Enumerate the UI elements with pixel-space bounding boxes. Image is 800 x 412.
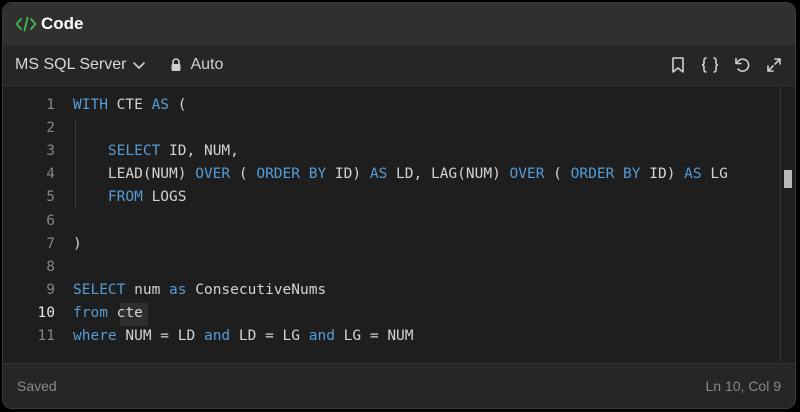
code-text: CTE <box>107 97 152 113</box>
code-keyword: ORDER BY <box>256 166 327 183</box>
auto-mode-label: Auto <box>190 56 224 73</box>
code-text: LG <box>701 166 728 183</box>
code-content[interactable]: WITH CTE AS ( SELECT ID, NUM, LEAD(NUM) … <box>73 86 775 362</box>
line-number: 4 <box>46 166 55 183</box>
code-keyword: where <box>73 328 117 344</box>
code-text: LD, LAG(NUM) <box>387 166 510 183</box>
code-editor-window: Code MS SQL Server Auto 1 2 3 4 5 6 7 8 … <box>2 2 796 409</box>
lock-icon <box>170 58 182 72</box>
code-text: LD = LG <box>230 328 309 344</box>
code-text: LOGS <box>142 189 187 206</box>
code-text: ID) <box>640 166 685 183</box>
language-select[interactable]: MS SQL Server <box>15 56 146 74</box>
code-text: ) <box>73 235 82 252</box>
code-keyword: as <box>169 281 187 298</box>
code-keyword: FROM <box>107 189 143 206</box>
status-bar: Saved Ln 10, Col 9 <box>3 363 795 408</box>
code-keyword: SELECT <box>107 143 161 160</box>
line-number-gutter: 1 2 3 4 5 6 7 8 9 10 11 <box>3 86 61 362</box>
code-text: LG = NUM <box>334 328 414 344</box>
code-keyword: SELECT <box>73 281 126 298</box>
auto-mode[interactable]: Auto <box>170 56 223 74</box>
code-keyword: and <box>308 328 335 344</box>
code-line[interactable]: FROM LOGS <box>73 186 187 209</box>
code-line[interactable]: ) <box>73 233 82 256</box>
expand-icon[interactable] <box>763 54 785 76</box>
code-editor[interactable]: 1 2 3 4 5 6 7 8 9 10 11 WITH CTE AS ( SELECT ID, N… <box>3 86 795 362</box>
code-line[interactable]: SELECT ID, NUM, <box>73 140 239 163</box>
format-braces-icon[interactable] <box>699 54 721 76</box>
line-number: 3 <box>46 143 55 160</box>
reset-icon[interactable] <box>731 54 753 76</box>
line-number: 6 <box>46 212 55 229</box>
code-keyword: AS <box>151 97 170 113</box>
line-number: 8 <box>46 258 55 275</box>
scrollbar-thumb[interactable] <box>784 170 792 188</box>
code-line[interactable]: LEAD(NUM) OVER ( ORDER BY ID) AS LD, LAG… <box>73 163 728 186</box>
save-status: Saved <box>17 378 57 394</box>
code-keyword: OVER <box>195 166 231 183</box>
code-line[interactable]: from cte <box>73 302 143 325</box>
language-select-label: MS SQL Server <box>15 56 127 73</box>
line-number: 5 <box>46 189 55 206</box>
line-number: 1 <box>46 97 55 113</box>
panel-title: Code <box>41 14 84 33</box>
code-text: cte <box>107 304 143 321</box>
code-keyword: AS <box>369 166 388 183</box>
code-line[interactable]: WITH CTE AS ( <box>73 94 187 117</box>
code-text: ( <box>544 166 571 183</box>
code-text: ConsecutiveNums <box>186 281 327 298</box>
line-number: 9 <box>46 281 55 298</box>
code-text: ID) <box>326 166 370 183</box>
code-text: ID, NUM, <box>160 143 239 160</box>
line-number: 2 <box>46 120 55 137</box>
code-keyword: ORDER BY <box>570 166 641 183</box>
code-keyword: WITH <box>73 97 108 113</box>
code-text: ( <box>169 97 187 113</box>
code-keyword: OVER <box>509 166 545 183</box>
code-keyword: and <box>203 328 231 344</box>
code-keyword: AS <box>684 166 702 183</box>
code-text: ( <box>230 166 257 183</box>
cursor-position: Ln 10, Col 9 <box>705 378 782 394</box>
line-number: 11 <box>37 328 55 344</box>
toolbar-actions <box>657 45 785 85</box>
code-line[interactable]: SELECT num as ConsecutiveNums <box>73 279 326 302</box>
code-text: NUM = LD <box>116 328 204 344</box>
title-bar: Code <box>3 3 795 46</box>
bookmark-icon[interactable] <box>667 54 689 76</box>
code-line[interactable]: where NUM = LD and LD = LG and LG = NUM <box>73 325 414 348</box>
code-brackets-icon <box>15 15 37 33</box>
code-text: LEAD(NUM) <box>73 166 196 183</box>
code-keyword: from <box>73 304 108 321</box>
chevron-down-icon <box>132 60 146 70</box>
scrollbar-track[interactable] <box>780 86 781 362</box>
code-text: num <box>125 281 170 298</box>
editor-toolbar: MS SQL Server Auto <box>3 45 795 86</box>
line-number: 10 <box>37 304 55 321</box>
line-number: 7 <box>46 235 55 252</box>
